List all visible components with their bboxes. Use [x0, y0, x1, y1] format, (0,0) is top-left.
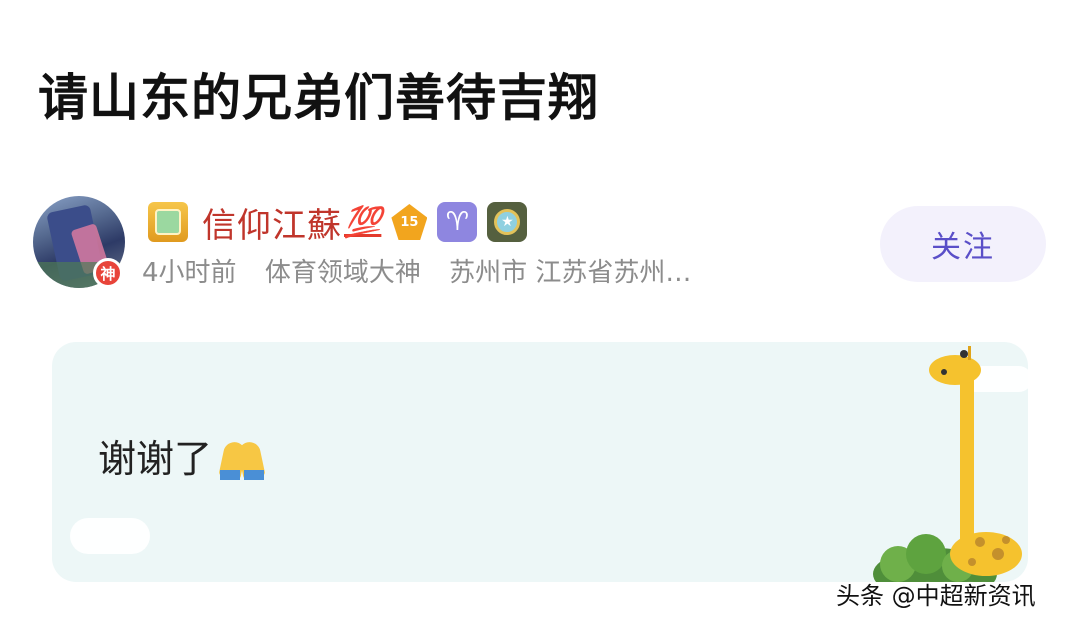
author-name-row: 信仰江蘇 💯 15 ♈ ★	[148, 198, 528, 247]
message-text: 谢谢了	[98, 437, 213, 481]
watermark: 头条 @中超新资讯	[836, 582, 1036, 610]
medal-badge-icon	[148, 202, 188, 242]
post-title: 请山东的兄弟们善待吉翔	[38, 69, 599, 127]
aries-zodiac-icon: ♈	[437, 202, 478, 242]
post-time: 4小时前	[142, 258, 237, 288]
hundred-points-icon: 💯	[344, 204, 382, 240]
cloud-decoration	[70, 518, 150, 554]
author-meta: 4小时前 体育领域大神 苏州市 江苏省苏州…	[142, 252, 703, 289]
author-name[interactable]: 信仰江蘇	[202, 198, 342, 247]
message: 谢谢了	[98, 428, 266, 483]
giraffe-decoration-icon	[873, 346, 1022, 582]
follow-button[interactable]: 关注	[880, 206, 1046, 282]
folded-hands-icon	[218, 432, 266, 480]
star-medal-icon: ★	[487, 202, 528, 242]
avatar-god-badge: 神	[93, 258, 123, 288]
level-diamond-icon: 15	[391, 204, 428, 240]
author-location: 苏州市 江苏省苏州…	[449, 258, 692, 288]
author-tag: 体育领域大神	[264, 258, 421, 288]
